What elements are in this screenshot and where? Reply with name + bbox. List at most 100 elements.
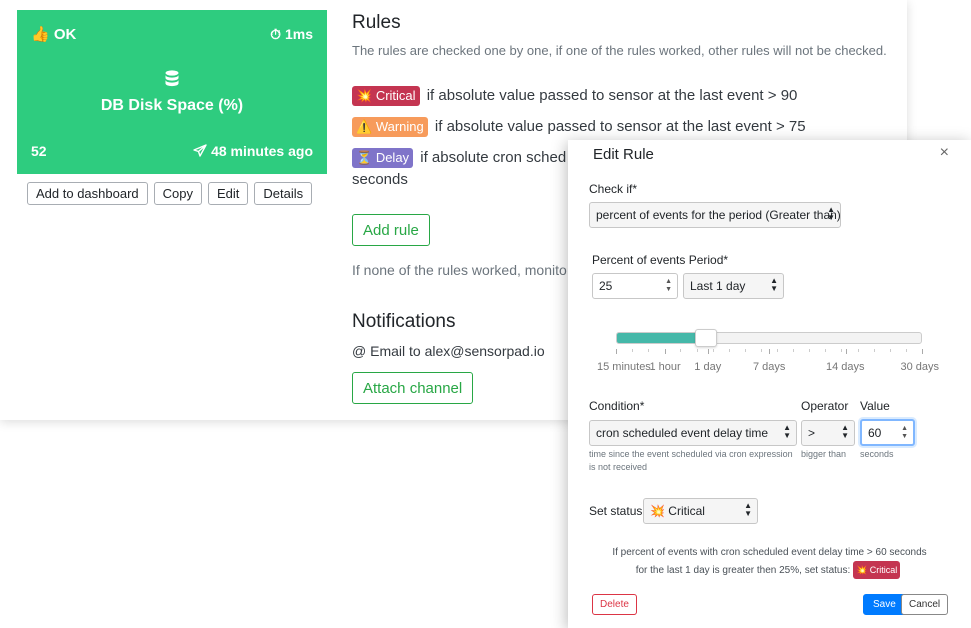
email-channel: @ Email to alex@sensorpad.io	[352, 343, 545, 359]
rule-text: if absolute value passed to sensor at th…	[434, 118, 806, 135]
rule-text: if absolute cron sched	[420, 149, 567, 166]
rule-item-critical[interactable]: 💥 Critical if absolute value passed to s…	[352, 86, 797, 106]
sensor-status: 👍 OK	[31, 25, 76, 43]
slider-minor-tick	[793, 349, 795, 352]
explosion-icon: 💥	[856, 565, 868, 575]
slider-tick-label: 30 days	[900, 361, 940, 373]
operator-label: Operator	[801, 399, 849, 413]
sensor-count: 52	[31, 143, 47, 159]
select-arrows-icon: ▲ ▼	[744, 501, 752, 518]
slider-minor-tick	[825, 349, 827, 352]
slider-tick-label: 7 days	[753, 361, 786, 373]
status-select[interactable]: 💥 Critical ▲ ▼	[643, 498, 758, 524]
slider-minor-tick	[889, 349, 891, 352]
value-label: Value	[860, 399, 890, 413]
delete-button[interactable]: Delete	[592, 594, 637, 615]
sensor-title: DB Disk Space (%)	[100, 97, 244, 114]
sensor-actions: Add to dashboard Copy Edit Details	[27, 182, 313, 205]
slider-minor-tick	[777, 349, 779, 352]
thumbs-up-icon: 👍	[31, 26, 50, 43]
period-select[interactable]: Last 1 day ▲ ▼	[683, 273, 784, 299]
slider-tick-label: 1 day	[694, 361, 722, 373]
slider-tick	[845, 349, 847, 354]
percent-input[interactable]: 25 ▲ ▼	[592, 273, 678, 299]
stepper-icon[interactable]: ▲ ▼	[665, 278, 672, 294]
status-value: Critical	[668, 504, 705, 518]
slider-tick	[664, 349, 666, 354]
delay-badge: ⏳ Delay	[352, 148, 414, 168]
rule-text-continued: seconds	[352, 171, 408, 188]
slider-tick-label: 1 hour	[649, 361, 681, 373]
slider-minor-tick	[760, 349, 762, 352]
sensor-tile[interactable]: 👍 OK ⏱ 1ms DB Disk Space (%) 52 48 minut…	[17, 10, 327, 174]
stepper-icon[interactable]: ▲ ▼	[901, 425, 908, 441]
slider-minor-tick	[632, 349, 634, 352]
slider-tick-label: 14 days	[826, 361, 865, 373]
sensor-last-event: 48 minutes ago	[193, 143, 313, 159]
operator-hint: bigger than	[801, 449, 847, 459]
sensor-timing-value: 1ms	[284, 26, 313, 42]
value-input[interactable]: 60 ▲ ▼	[860, 419, 915, 446]
save-button[interactable]: Save	[863, 594, 906, 615]
rule-item-delay[interactable]: ⏳ Delay if absolute cron sched	[352, 148, 566, 168]
details-button[interactable]: Details	[254, 182, 313, 205]
explosion-icon: 💥	[356, 88, 373, 103]
rules-description: The rules are checked one by one, if one…	[352, 43, 887, 58]
value-value: 60	[868, 426, 882, 440]
hourglass-icon: ⏳	[356, 150, 373, 165]
operator-value: >	[808, 426, 816, 440]
check-if-value: percent of events for the period (Greate…	[596, 208, 841, 222]
period-slider[interactable]	[616, 329, 922, 347]
rules-fallback-text: If none of the rules worked, monito	[352, 262, 567, 278]
slider-minor-tick	[680, 349, 682, 352]
modal-title: Edit Rule	[593, 146, 654, 163]
slider-minor-tick	[841, 349, 843, 352]
edit-rule-modal: Edit Rule × Check if* percent of events …	[568, 140, 971, 628]
slider-minor-tick	[696, 349, 698, 352]
slider-tick	[769, 349, 770, 354]
add-rule-button[interactable]: Add rule	[352, 214, 430, 246]
close-icon[interactable]: ×	[940, 144, 949, 162]
check-if-select[interactable]: percent of events for the period (Greate…	[589, 202, 841, 228]
slider-handle[interactable]	[694, 329, 717, 347]
slider-tick	[922, 349, 923, 354]
slider-minor-tick	[744, 349, 746, 352]
period-value: Last 1 day	[690, 279, 746, 293]
badge-label: Warning	[375, 119, 424, 134]
badge-label: Critical	[869, 565, 898, 575]
copy-button[interactable]: Copy	[153, 182, 202, 205]
percent-value: 25	[599, 279, 613, 293]
critical-badge: 💥 Critical	[352, 86, 420, 106]
badge-label: Delay	[375, 150, 410, 165]
cancel-button[interactable]: Cancel	[901, 594, 949, 615]
value-hint: seconds	[860, 449, 894, 459]
attach-channel-button[interactable]: Attach channel	[352, 372, 474, 404]
sensor-timing: ⏱ 1ms	[270, 26, 313, 43]
critical-badge: 💥 Critical	[853, 561, 901, 579]
summary-line-1: If percent of events with cron scheduled…	[612, 547, 927, 558]
sensor-last-event-text: 48 minutes ago	[211, 143, 313, 159]
select-arrows-icon: ▲ ▼	[841, 423, 849, 440]
condition-value: cron scheduled event delay time	[596, 426, 769, 440]
badge-label: Critical	[375, 88, 416, 103]
sensor-status-label: OK	[53, 26, 77, 43]
period-label: Percent of events Period*	[592, 253, 729, 267]
edit-button[interactable]: Edit	[208, 182, 249, 205]
warning-badge: ⚠️ Warning	[352, 117, 428, 137]
rule-summary: If percent of events with cron scheduled…	[588, 545, 951, 579]
slider-minor-tick	[873, 349, 875, 352]
condition-select[interactable]: cron scheduled event delay time ▲ ▼	[589, 420, 797, 446]
slider-tick-label: 15 minutes	[597, 361, 651, 373]
check-if-label: Check if*	[589, 182, 638, 196]
notifications-heading: Notifications	[352, 311, 456, 332]
slider-tick	[616, 349, 617, 354]
rule-item-warning[interactable]: ⚠️ Warning if absolute value passed to s…	[352, 117, 806, 137]
slider-minor-tick	[728, 349, 730, 352]
slider-minor-tick	[648, 349, 650, 352]
add-to-dashboard-button[interactable]: Add to dashboard	[27, 182, 148, 205]
operator-select[interactable]: > ▲ ▼	[801, 420, 855, 446]
select-arrows-icon: ▲ ▼	[827, 205, 835, 222]
slider-minor-tick	[905, 349, 907, 352]
condition-label: Condition*	[589, 399, 645, 413]
summary-line-2: for the last 1 day is greater then 25%, …	[588, 561, 951, 579]
